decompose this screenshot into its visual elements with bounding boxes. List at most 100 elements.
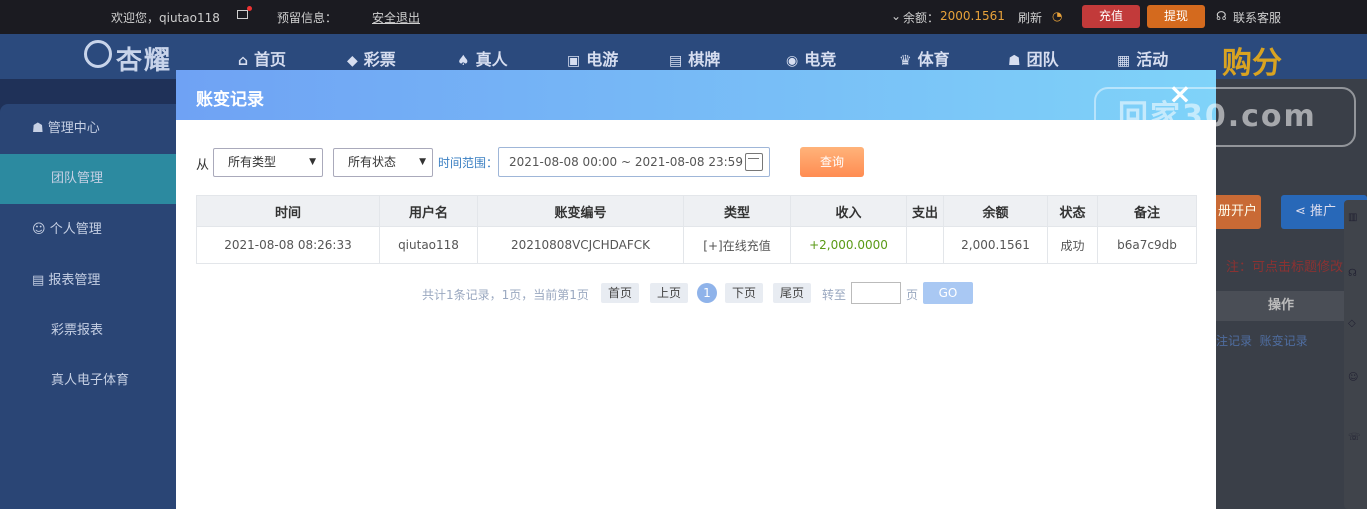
col-type: 类型: [683, 195, 791, 227]
col-status: 状态: [1047, 195, 1098, 227]
left-sidebar: ☗ 管理中心 团队管理 ☺ 个人管理 ▤ 报表管理 彩票报表 真人电子体育: [0, 104, 176, 509]
logo-emblem: [84, 40, 112, 68]
dropdown-arrow-icon: ▼: [419, 157, 426, 167]
withdraw-button[interactable]: 提现: [1147, 5, 1205, 28]
logo-text[interactable]: 杏耀: [116, 40, 172, 77]
cell-income: +2,000.0000: [790, 226, 907, 264]
chevron-down-icon[interactable]: ⌄: [891, 9, 901, 23]
pager-summary: 共计1条记录，1页，当前第1页: [422, 288, 589, 302]
go-button[interactable]: GO: [923, 282, 973, 304]
account-change-link[interactable]: 账变记录: [1260, 334, 1308, 348]
trophy-icon: ♛: [899, 53, 912, 69]
cell-time: 2021-08-08 08:26:33: [196, 226, 380, 264]
modal-header: 账变记录: [176, 70, 1216, 120]
bet-record-link[interactable]: 注记录: [1216, 334, 1252, 348]
page-unit-label: 页: [906, 288, 919, 302]
sidebar-item-reports[interactable]: ▤ 报表管理: [0, 256, 176, 306]
query-button[interactable]: 查询: [800, 147, 864, 177]
dealer-icon: ♠: [457, 53, 470, 69]
sidebar-item-lottery-report[interactable]: 彩票报表: [0, 306, 176, 356]
nav-item-activity[interactable]: ▦ 活动: [1117, 46, 1168, 70]
table-row: 2021-08-08 08:26:33 qiutao118 20210808VC…: [196, 226, 1197, 264]
person-icon[interactable]: ☺: [1348, 372, 1358, 383]
welcome-text: 欢迎您，qiutao118: [111, 11, 220, 25]
next-page-button[interactable]: 下页: [725, 283, 764, 303]
from-label: 从: [196, 158, 210, 173]
edit-note: 注：可点击标题修改: [1226, 260, 1344, 275]
first-page-button[interactable]: 首页: [601, 283, 640, 303]
open-account-button[interactable]: 册开户: [1216, 195, 1261, 229]
cell-expense: [906, 226, 944, 264]
watermark: 回家30.com: [1094, 87, 1356, 147]
refresh-link[interactable]: 刷新: [1018, 9, 1042, 26]
diamond-icon[interactable]: ◇: [1348, 318, 1356, 329]
reserved-info: 预留信息：: [277, 11, 338, 25]
gift-icon: ▦: [1117, 53, 1131, 69]
operation-header: 操作: [1216, 291, 1346, 321]
nav-item-chess[interactable]: ▤ 棋牌: [669, 46, 720, 70]
home-icon: ⌂: [238, 53, 249, 69]
sidebar-item-team-management[interactable]: 团队管理: [0, 154, 176, 204]
service-icon[interactable]: ☊: [1348, 268, 1357, 279]
col-income: 收入: [790, 195, 907, 227]
col-expense: 支出: [906, 195, 944, 227]
col-time: 时间: [196, 195, 380, 227]
calendar-icon[interactable]: [745, 153, 763, 171]
dropdown-arrow-icon: ▼: [309, 157, 316, 167]
col-remark: 备注: [1097, 195, 1197, 227]
user-icon: ☺: [32, 222, 50, 237]
sidebar-item-live-report[interactable]: 真人电子体育: [0, 356, 176, 406]
table-header-row: 时间 用户名 账变编号 类型 收入 支出 余额 状态 备注: [196, 195, 1197, 227]
sidebar-item-personal[interactable]: ☺ 个人管理: [0, 205, 176, 255]
nav-item-live[interactable]: ♠ 真人: [457, 46, 508, 70]
nav-item-home[interactable]: ⌂ 首页: [238, 46, 286, 70]
ticket-icon: ◆: [347, 53, 358, 69]
recharge-button[interactable]: 充值: [1082, 5, 1140, 28]
buy-points-link[interactable]: 购分: [1222, 38, 1282, 82]
prev-page-button[interactable]: 上页: [650, 283, 689, 303]
cards-icon: ▤: [669, 53, 683, 69]
share-icon: ⋖: [1295, 204, 1311, 219]
report-icon: ▤: [32, 273, 49, 288]
account-change-modal: 账变记录 从 所有类型 ▼ 所有状态 ▼ 时间范围： 2021-08-08 00:0…: [176, 70, 1216, 509]
cell-balance: 2,000.1561: [943, 226, 1048, 264]
team-icon: ☗: [1008, 53, 1021, 69]
sidebar-item-management[interactable]: ☗ 管理中心: [0, 104, 176, 154]
page-number-input[interactable]: [851, 282, 901, 304]
nav-item-lottery[interactable]: ◆ 彩票: [347, 46, 396, 70]
top-bar: 欢迎您，qiutao118 预留信息： 安全退出 ⌄ 余额： 2000.1561…: [0, 0, 1367, 34]
balance-value: 2000.1561: [940, 9, 1005, 23]
modal-title: 账变记录: [196, 90, 264, 110]
cell-id: 20210808VCJCHDAFCK: [477, 226, 684, 264]
goto-label: 转至: [822, 288, 847, 302]
date-range-input[interactable]: 2021-08-08 00:00 ~ 2021-08-08 23:59: [498, 147, 770, 177]
nav-item-esports[interactable]: ◉ 电竞: [786, 46, 836, 70]
support-link[interactable]: 联系客服: [1233, 9, 1281, 26]
status-select[interactable]: 所有状态 ▼: [333, 148, 433, 177]
chat-icon[interactable]: ☏: [1348, 432, 1361, 443]
type-select[interactable]: 所有类型 ▼: [213, 148, 323, 177]
nav-item-sports[interactable]: ♛ 体育: [899, 46, 950, 70]
gamepad-icon: ◉: [786, 53, 799, 69]
headset-icon: ☊: [1216, 9, 1227, 23]
eye-hidden-icon[interactable]: ◔: [1052, 9, 1062, 23]
cell-status: 成功: [1047, 226, 1098, 264]
balance-label: 余额：: [903, 11, 940, 25]
logout-link[interactable]: 安全退出: [372, 9, 420, 26]
cell-type: [+]在线充值: [683, 226, 791, 264]
col-id: 账变编号: [477, 195, 684, 227]
chart-icon[interactable]: ▥: [1348, 212, 1357, 223]
row-links: 注记录 账变记录: [1216, 332, 1308, 349]
col-balance: 余额: [943, 195, 1048, 227]
nav-item-team[interactable]: ☗ 团队: [1008, 46, 1059, 70]
last-page-button[interactable]: 尾页: [773, 283, 812, 303]
current-page[interactable]: 1: [697, 283, 717, 303]
cell-user: qiutao118: [379, 226, 478, 264]
col-user: 用户名: [379, 195, 478, 227]
close-icon[interactable]: ×: [1168, 80, 1192, 108]
time-range-label: 时间范围：: [438, 156, 499, 170]
nav-item-slots[interactable]: ▣ 电游: [567, 46, 618, 70]
mail-icon[interactable]: [237, 6, 252, 19]
slot-icon: ▣: [567, 53, 581, 69]
users-icon: ☗: [32, 121, 48, 136]
